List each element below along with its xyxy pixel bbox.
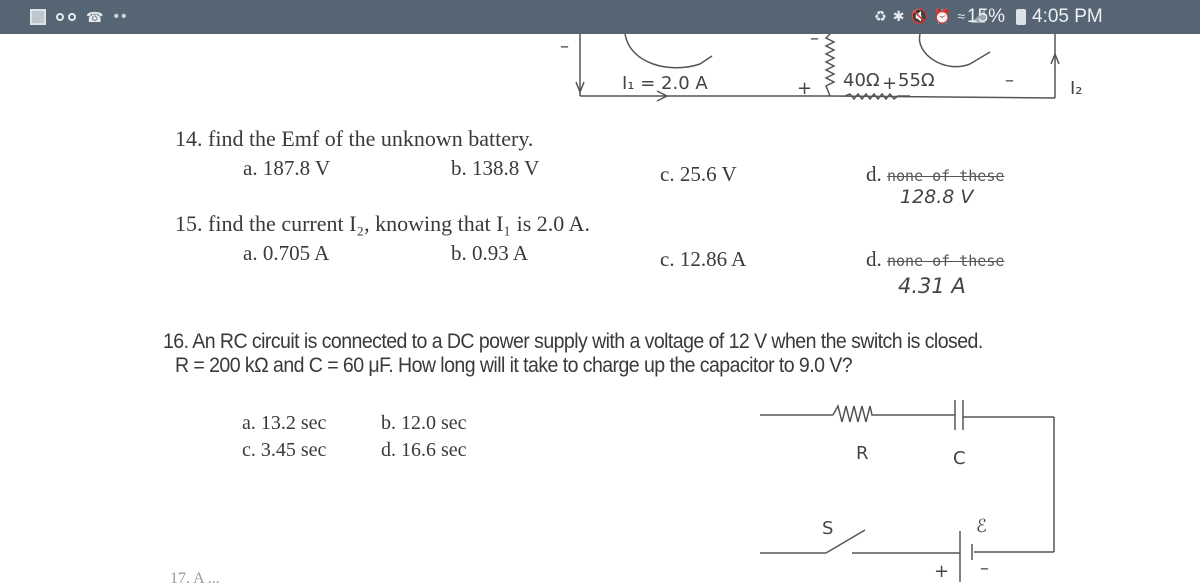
- question-17-cutoff: 17. A ...: [170, 570, 220, 584]
- battery-minus: –: [980, 558, 989, 579]
- recycle-icon: ♻: [874, 8, 887, 24]
- gallery-icon: [30, 9, 46, 25]
- battery-plus: +: [934, 561, 949, 582]
- wifi-icon: ≈: [957, 8, 965, 24]
- mute-icon: 🔇: [910, 8, 928, 24]
- document-page: – – I₁ = 2.0 A 40Ω + + 55Ω – I₂ 14. find…: [0, 28, 1200, 584]
- rc-circuit-diagram: R C S ℰ + –: [760, 400, 1055, 582]
- status-left-icons: ☎ ••: [30, 8, 129, 26]
- alarm-icon: ⏰: [933, 8, 952, 24]
- emf-label: ℰ: [976, 516, 987, 537]
- bluetooth-icon: ✱: [892, 8, 905, 24]
- clock-time: 4:05 PM: [1032, 6, 1103, 27]
- capacitor-label: C: [953, 448, 966, 469]
- resistor-label: R: [856, 443, 869, 464]
- wifi-calling-icon: ☎: [86, 9, 104, 25]
- battery-percent: 15%: [967, 6, 1006, 27]
- more-dots-icon: ••: [113, 8, 129, 25]
- switch-label: S: [822, 518, 833, 539]
- battery-icon: [1016, 9, 1026, 25]
- voicemail-icon: [56, 12, 76, 22]
- status-bar: ☎ •• ♻ ✱ 🔇 ⏰ ≈ 15% 4:05 PM: [0, 0, 1200, 34]
- resistor-r: [832, 403, 900, 423]
